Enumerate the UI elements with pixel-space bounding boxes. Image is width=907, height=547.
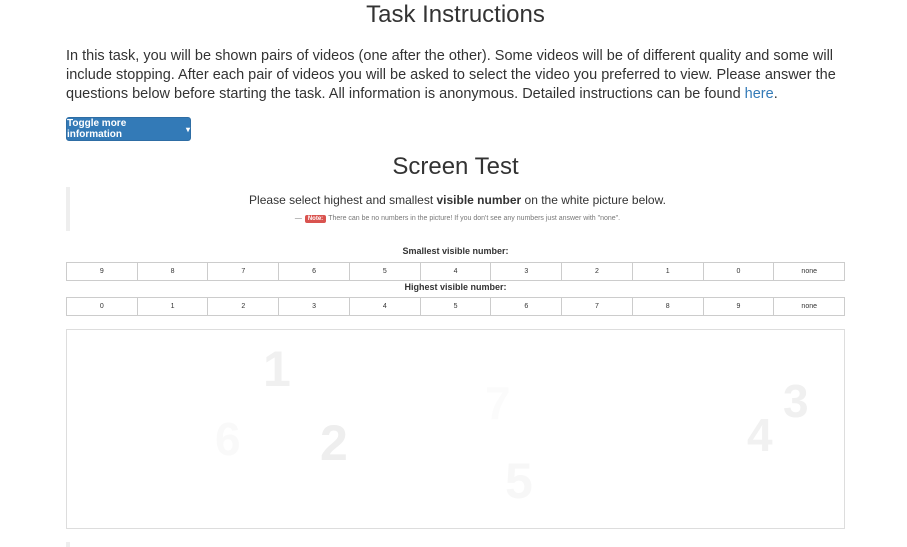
smallest-number-options: 9 8 7 6 5 4 3 2 1 0 none bbox=[66, 262, 846, 281]
smallest-option-3[interactable]: 3 bbox=[490, 262, 563, 281]
highest-number-label: Highest visible number: bbox=[404, 282, 507, 292]
highest-option-5[interactable]: 5 bbox=[419, 297, 492, 316]
note-dash: — bbox=[294, 215, 302, 222]
blockquote-border-fragment bbox=[66, 542, 70, 547]
faint-number-6: 6 bbox=[215, 413, 241, 465]
intro-end: . bbox=[773, 86, 778, 102]
caret-down-icon: ▾ bbox=[185, 124, 190, 134]
highest-option-7[interactable]: 7 bbox=[561, 297, 633, 316]
toggle-label: Toggle more information bbox=[67, 118, 127, 140]
faint-number-3: 3 bbox=[783, 375, 809, 427]
screen-test-picture: 1 2 6 7 5 4 3 bbox=[66, 329, 845, 529]
smallest-option-2[interactable]: 2 bbox=[561, 262, 633, 281]
screen-test-note: — Note: There can be no numbers in the pi… bbox=[70, 215, 845, 223]
smallest-option-none[interactable]: none bbox=[773, 262, 846, 281]
highest-option-4[interactable]: 4 bbox=[348, 297, 421, 316]
screen-test-title: Screen Test bbox=[392, 153, 519, 180]
highest-option-1[interactable]: 1 bbox=[136, 297, 209, 316]
smallest-option-5[interactable]: 5 bbox=[348, 262, 421, 281]
smallest-option-8[interactable]: 8 bbox=[136, 262, 209, 281]
faint-number-4: 4 bbox=[747, 409, 773, 461]
page-title: Task Instructions bbox=[366, 1, 545, 28]
smallest-option-6[interactable]: 6 bbox=[278, 262, 350, 281]
toggle-more-info-button[interactable]: Toggle more information ▾ bbox=[66, 117, 191, 141]
prompt-emphasis: visible number bbox=[436, 193, 522, 207]
intro-text: In this task, you will be shown pairs of… bbox=[66, 47, 856, 104]
note-text: There can be no numbers in the picture! … bbox=[328, 215, 621, 222]
intro-body: In this task, you will be shown pairs of… bbox=[66, 48, 836, 102]
screen-test-blockquote: Please select highest and smallest visib… bbox=[66, 187, 845, 231]
faint-number-7: 7 bbox=[485, 377, 511, 429]
smallest-option-9[interactable]: 9 bbox=[66, 262, 138, 281]
highest-option-9[interactable]: 9 bbox=[702, 297, 775, 316]
highest-option-3[interactable]: 3 bbox=[278, 297, 350, 316]
instructions-link[interactable]: here bbox=[745, 86, 774, 102]
faint-number-1: 1 bbox=[263, 341, 291, 397]
prompt-text-after: on the white picture below. bbox=[521, 193, 666, 207]
screen-test-prompt: Please select highest and smallest visib… bbox=[70, 193, 845, 207]
highest-option-0[interactable]: 0 bbox=[66, 297, 138, 316]
prompt-text-before: Please select highest and smallest bbox=[249, 193, 437, 207]
faint-number-5: 5 bbox=[505, 453, 533, 509]
smallest-number-label: Smallest visible number: bbox=[402, 246, 509, 256]
smallest-option-0[interactable]: 0 bbox=[702, 262, 775, 281]
smallest-option-1[interactable]: 1 bbox=[631, 262, 704, 281]
highest-option-8[interactable]: 8 bbox=[631, 297, 704, 316]
smallest-option-7[interactable]: 7 bbox=[207, 262, 280, 281]
highest-option-6[interactable]: 6 bbox=[490, 297, 563, 316]
smallest-option-4[interactable]: 4 bbox=[419, 262, 492, 281]
faint-number-2: 2 bbox=[320, 415, 348, 471]
highest-number-options: 0 1 2 3 4 5 6 7 8 9 none bbox=[66, 297, 846, 316]
highest-option-none[interactable]: none bbox=[773, 297, 846, 316]
highest-option-2[interactable]: 2 bbox=[207, 297, 280, 316]
note-badge: Note: bbox=[304, 215, 327, 223]
